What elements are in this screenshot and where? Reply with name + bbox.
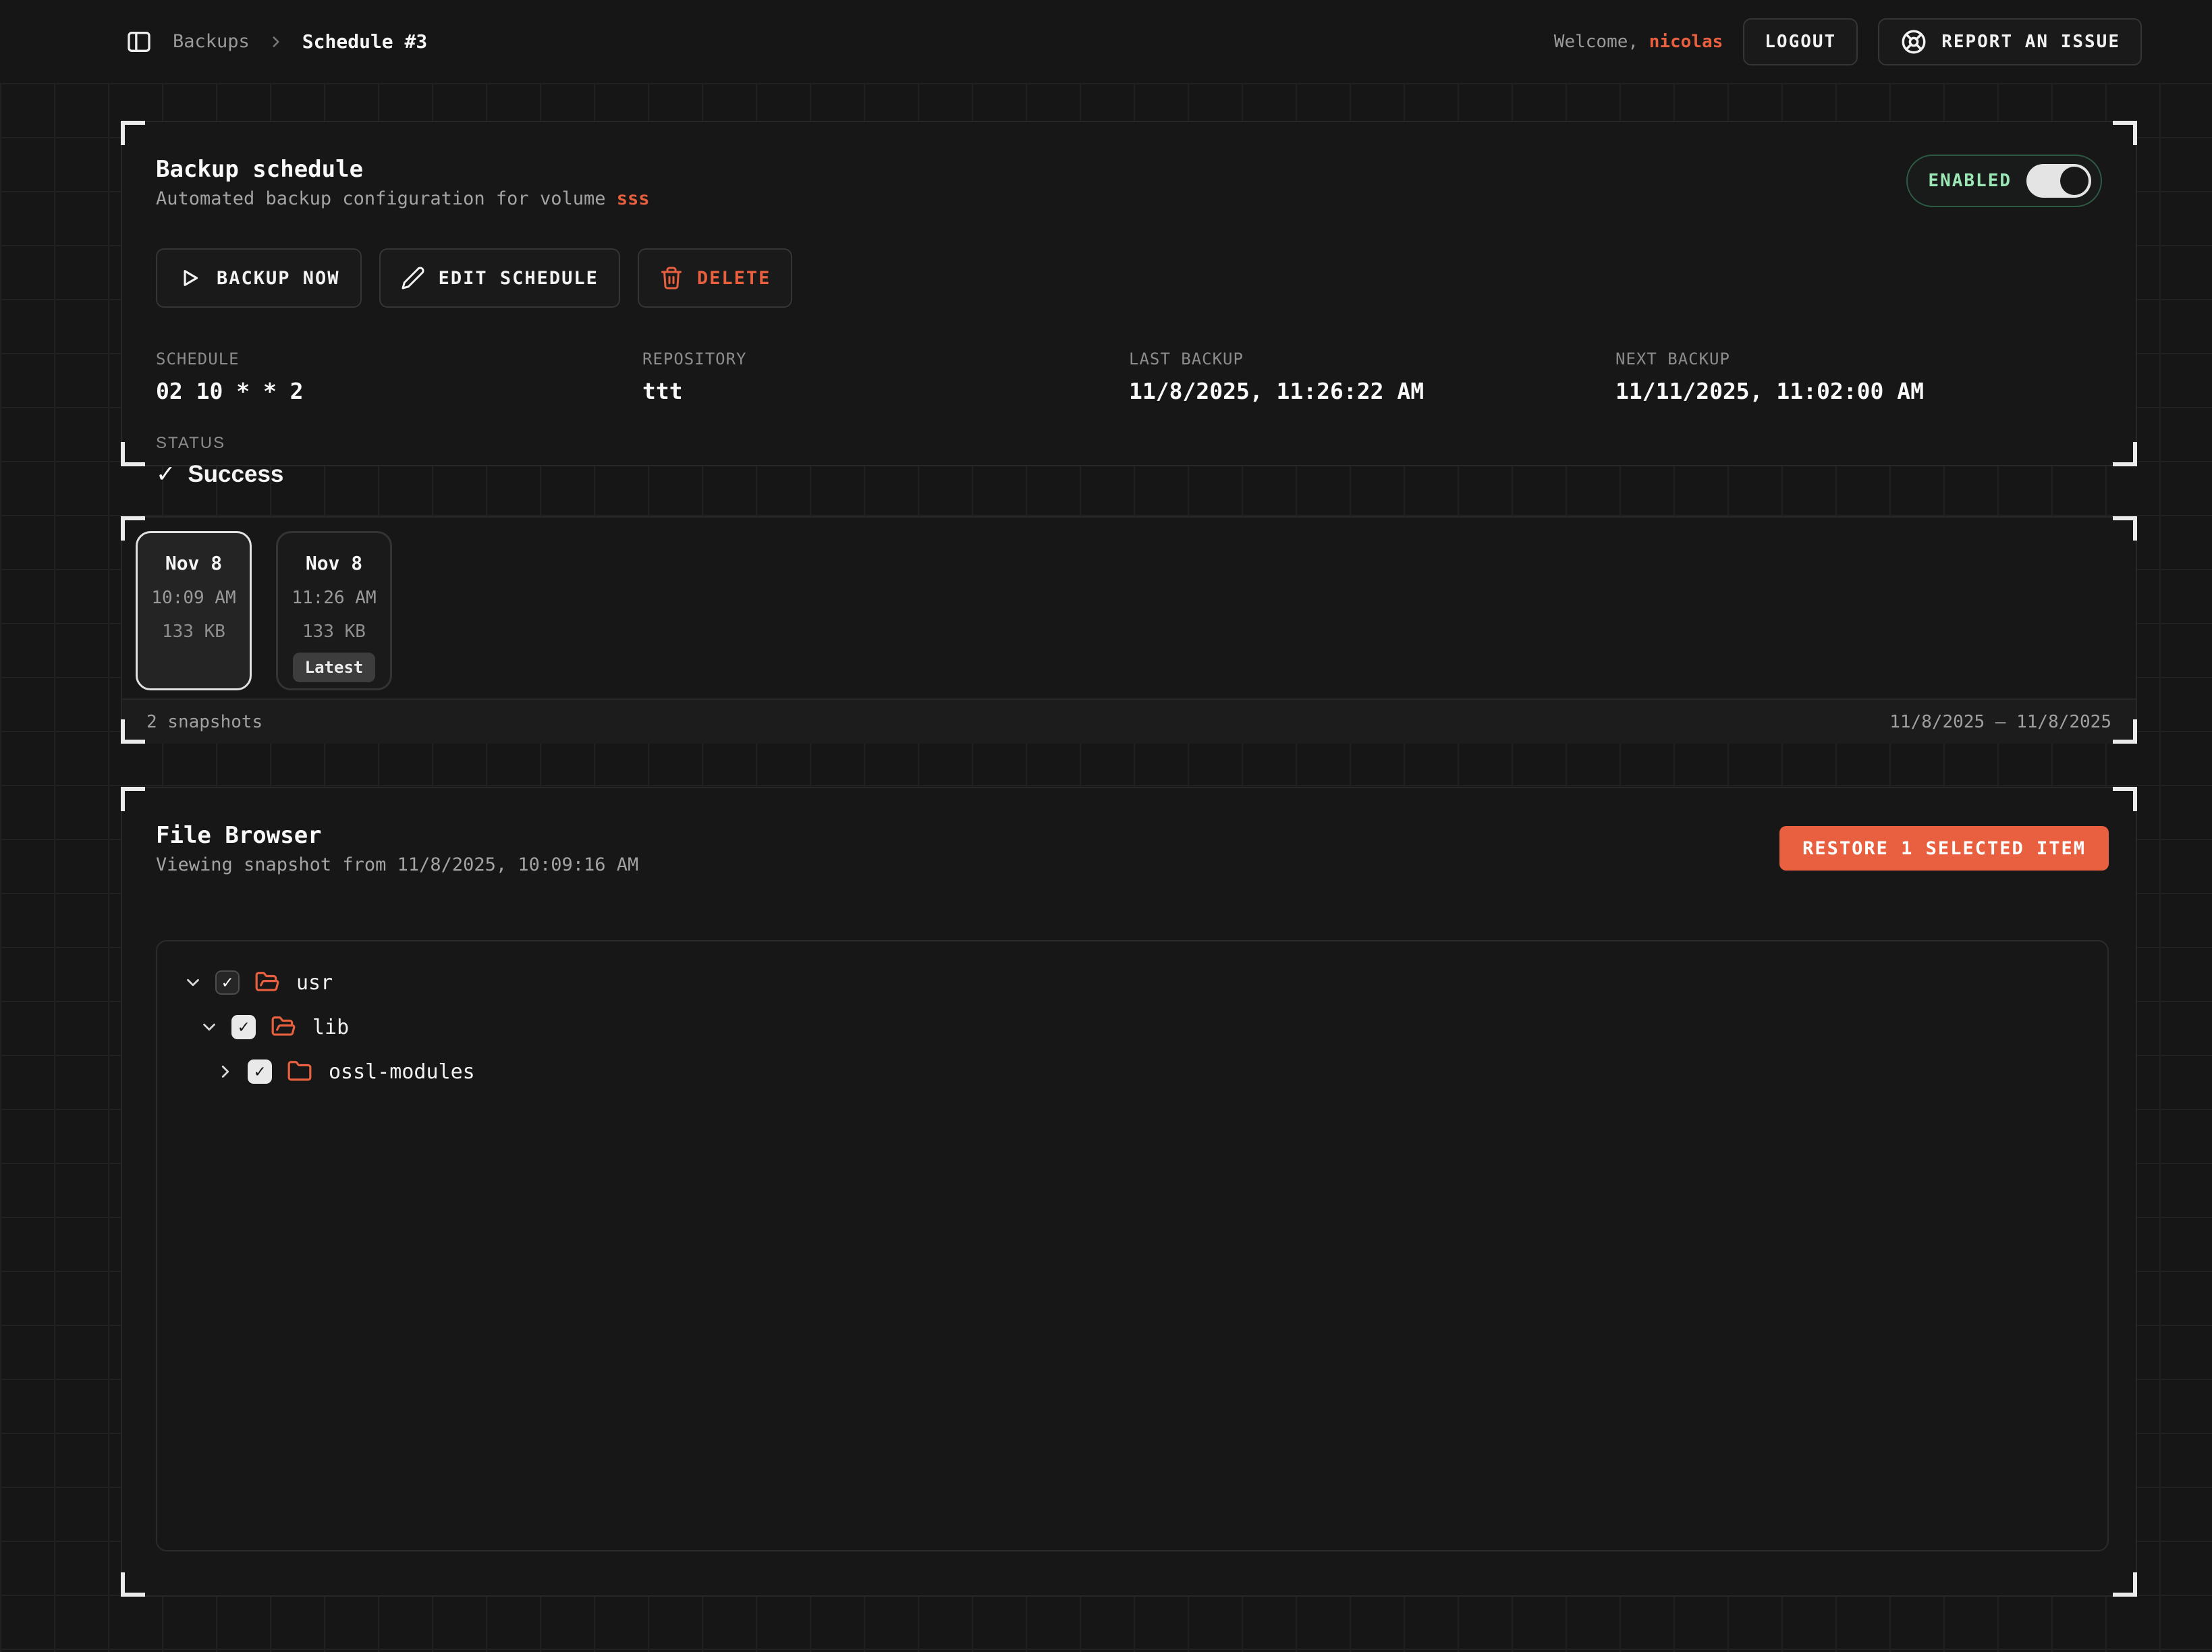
enabled-label: ENABLED	[1928, 171, 2012, 191]
snapshot-date: Nov 8	[278, 552, 390, 574]
field-last-backup: LAST BACKUP 11/8/2025, 11:26:22 AM	[1129, 350, 1615, 404]
field-schedule: SCHEDULE 02 10 * * 2	[156, 350, 642, 404]
welcome-text: Welcome, nicolas	[1554, 32, 1723, 52]
corner-bracket	[2113, 787, 2137, 811]
tree-row-usr[interactable]: ✓ usr	[182, 960, 2083, 1005]
main-content: Backup schedule Automated backup configu…	[0, 83, 2212, 1652]
snapshot-time: 11:26 AM	[278, 588, 390, 608]
breadcrumb: Backups Schedule #3	[123, 26, 427, 58]
chevron-down-icon[interactable]	[199, 1017, 219, 1037]
status-label: STATUS	[156, 434, 2102, 453]
status-value: ✓ Success	[156, 461, 2102, 488]
toggle-switch[interactable]	[2026, 164, 2091, 198]
breadcrumb-backups-link[interactable]: Backups	[173, 31, 250, 52]
checkbox-usr[interactable]: ✓	[215, 970, 240, 995]
field-value: 11/11/2025, 11:02:00 AM	[1615, 378, 2102, 404]
file-browser-title: File Browser	[156, 821, 638, 850]
corner-bracket	[121, 787, 145, 811]
snapshots-panel: Nov 8 10:09 AM 133 KB Nov 8 11:26 AM 133…	[121, 516, 2137, 744]
field-label: SCHEDULE	[156, 350, 642, 368]
field-value: 11/8/2025, 11:26:22 AM	[1129, 378, 1615, 404]
checkbox-ossl-modules[interactable]: ✓	[248, 1059, 272, 1084]
snapshots-footer: 2 snapshots 11/8/2025 – 11/8/2025	[122, 698, 2136, 744]
tree-row-ossl-modules[interactable]: ✓ ossl-modules	[182, 1049, 2083, 1094]
snapshot-date-range: 11/8/2025 – 11/8/2025	[1889, 712, 2111, 732]
checkbox-lib[interactable]: ✓	[231, 1015, 256, 1039]
snapshot-time: 10:09 AM	[138, 588, 250, 608]
toggle-knob	[2060, 167, 2089, 195]
file-browser-card: File Browser Viewing snapshot from 11/8/…	[121, 787, 2137, 1597]
report-issue-button[interactable]: REPORT AN ISSUE	[1878, 18, 2142, 65]
corner-bracket	[2113, 442, 2137, 466]
card-title: Backup schedule	[156, 155, 2102, 184]
sidebar-toggle-button[interactable]	[123, 26, 155, 58]
restore-selected-button[interactable]: RESTORE 1 SELECTED ITEM	[1779, 826, 2109, 871]
tree-item-name: usr	[296, 971, 333, 995]
field-next-backup: NEXT BACKUP 11/11/2025, 11:02:00 AM	[1615, 350, 2102, 404]
field-label: LAST BACKUP	[1129, 350, 1615, 368]
status-text: Success	[188, 461, 283, 488]
edit-schedule-button[interactable]: EDIT SCHEDULE	[379, 248, 620, 308]
panel-left-icon	[126, 28, 153, 55]
pencil-icon	[401, 266, 425, 290]
snapshot-card-latest[interactable]: Nov 8 11:26 AM 133 KB Latest	[276, 531, 392, 690]
breadcrumb-current-page: Schedule #3	[302, 30, 427, 53]
chevron-right-icon	[267, 33, 285, 51]
backup-schedule-card: Backup schedule Automated backup configu…	[121, 121, 2137, 466]
corner-bracket	[121, 442, 145, 466]
volume-name: sss	[617, 188, 650, 209]
field-label: REPOSITORY	[642, 350, 1129, 368]
corner-bracket	[2113, 1572, 2137, 1597]
file-browser-subtitle: Viewing snapshot from 11/8/2025, 10:09:1…	[156, 854, 638, 875]
latest-badge: Latest	[293, 653, 376, 682]
tree-row-lib[interactable]: ✓ lib	[182, 1005, 2083, 1049]
tree-item-name: ossl-modules	[329, 1060, 475, 1084]
snapshot-size: 133 KB	[278, 622, 390, 642]
folder-icon	[287, 1059, 312, 1084]
chevron-down-icon[interactable]	[183, 972, 203, 993]
trash-icon	[659, 266, 684, 290]
top-bar: Backups Schedule #3 Welcome, nicolas LOG…	[0, 0, 2212, 83]
field-status: STATUS ✓ Success	[156, 434, 2102, 488]
field-value: ttt	[642, 378, 1129, 404]
field-value: 02 10 * * 2	[156, 378, 642, 404]
corner-bracket	[121, 1572, 145, 1597]
lifebuoy-icon	[1900, 28, 1928, 56]
card-subtitle: Automated backup configuration for volum…	[156, 188, 2102, 209]
corner-bracket	[121, 121, 145, 145]
folder-open-icon	[254, 970, 280, 995]
snapshot-card-selected[interactable]: Nov 8 10:09 AM 133 KB	[136, 531, 252, 690]
backup-now-button[interactable]: BACKUP NOW	[156, 248, 362, 308]
file-tree: ✓ usr ✓ lib	[156, 940, 2109, 1551]
username: nicolas	[1649, 32, 1723, 52]
snapshot-size: 133 KB	[138, 622, 250, 642]
logout-button[interactable]: LOGOUT	[1743, 18, 1858, 65]
corner-bracket	[2113, 121, 2137, 145]
snapshot-date: Nov 8	[138, 552, 250, 574]
field-repository: REPOSITORY ttt	[642, 350, 1129, 404]
chevron-right-icon[interactable]	[215, 1062, 236, 1082]
field-label: NEXT BACKUP	[1615, 350, 2102, 368]
play-icon	[177, 265, 203, 291]
folder-open-icon	[271, 1014, 296, 1040]
snapshot-count: 2 snapshots	[146, 712, 262, 732]
tree-item-name: lib	[312, 1016, 349, 1039]
check-icon: ✓	[156, 461, 175, 488]
delete-button[interactable]: DELETE	[638, 248, 793, 308]
enabled-toggle[interactable]: ENABLED	[1906, 155, 2102, 207]
